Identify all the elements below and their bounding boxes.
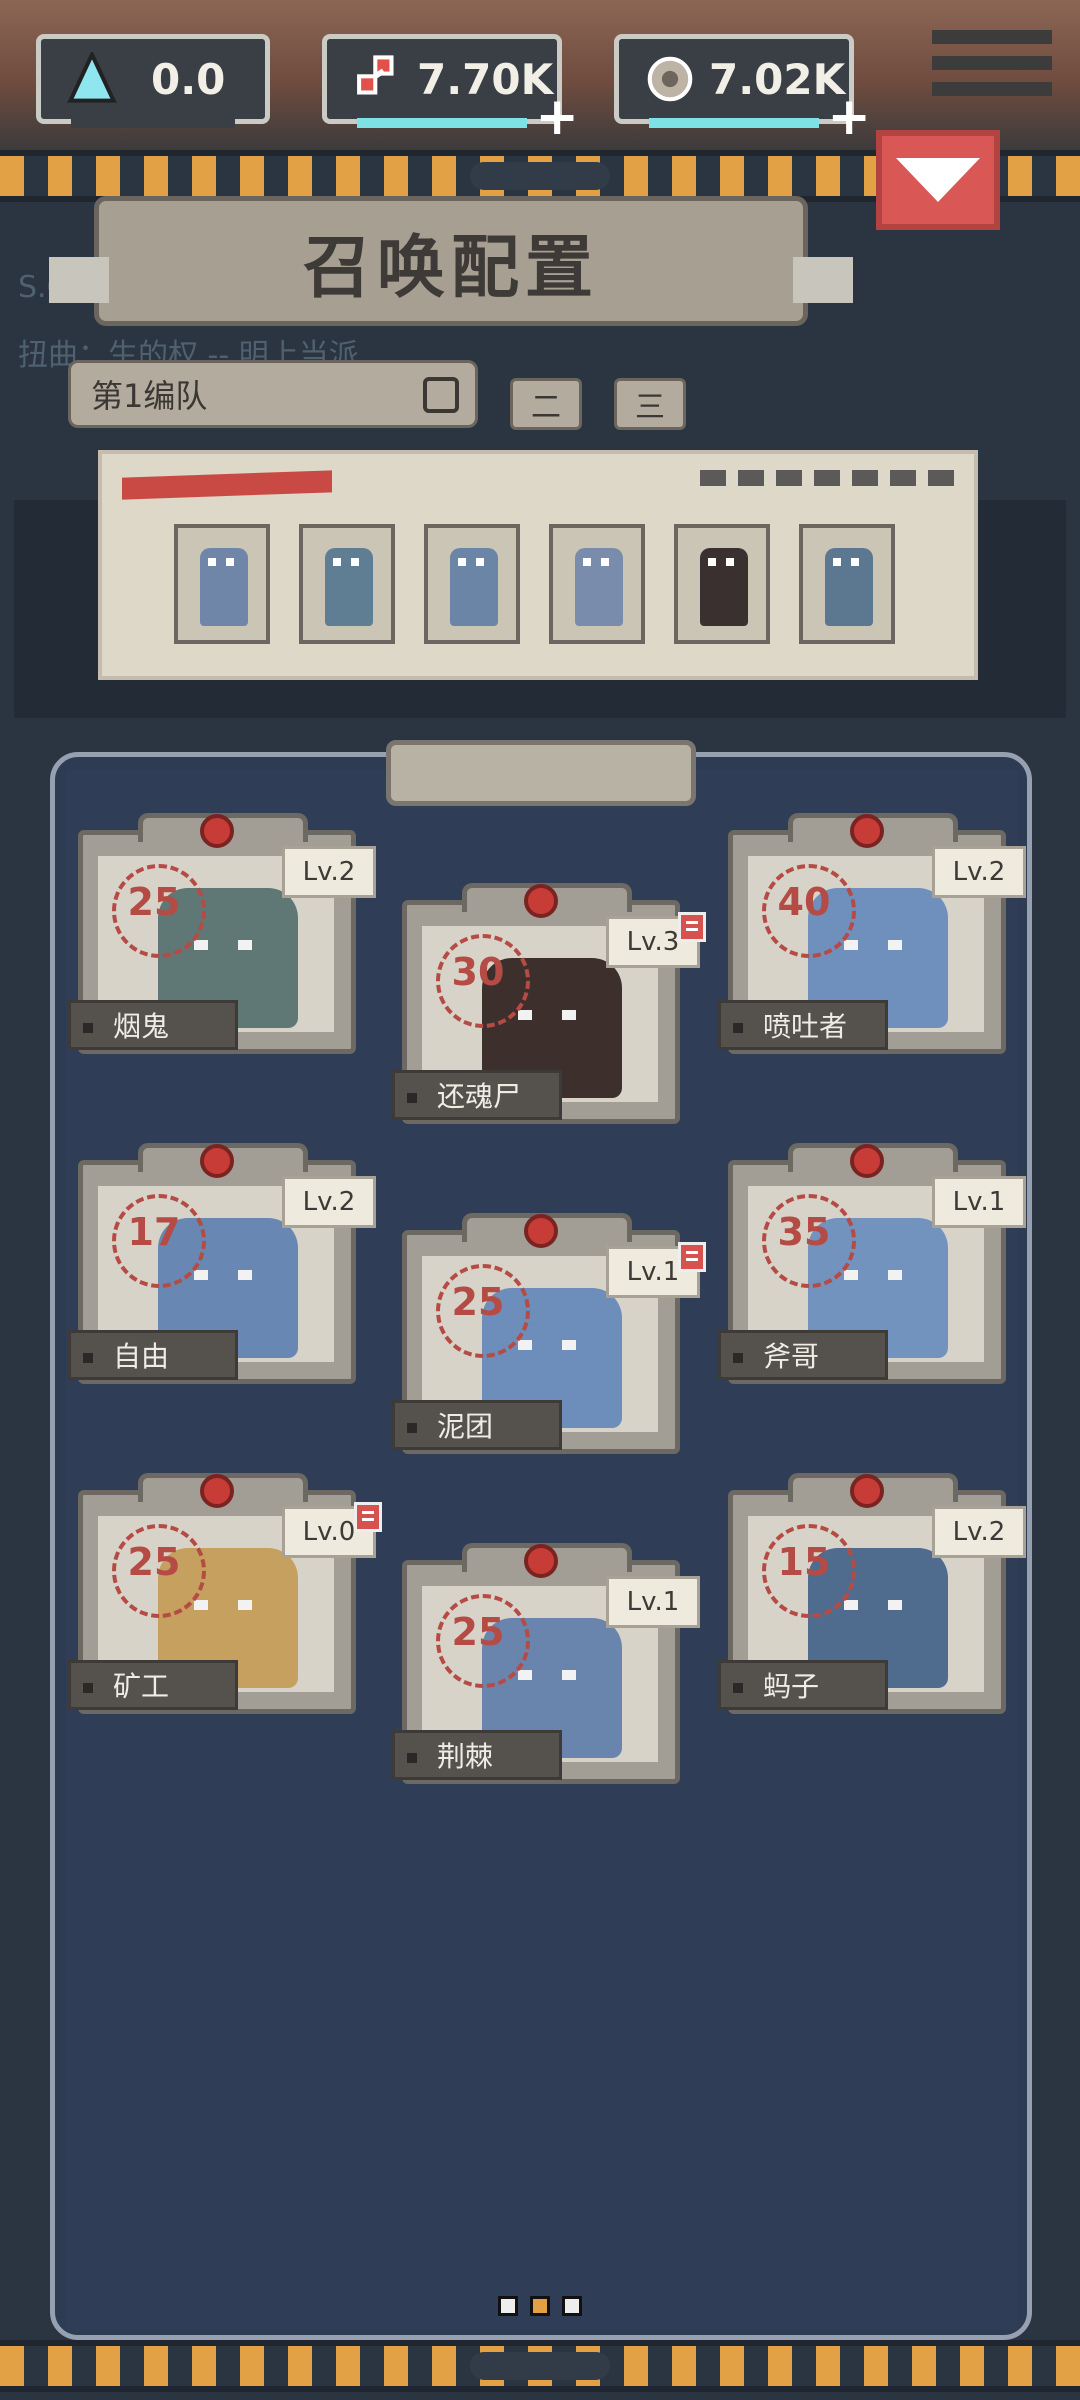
page-dot[interactable]	[498, 2296, 518, 2316]
unit-name: 蚂子	[718, 1660, 888, 1710]
page-dot[interactable]	[562, 2296, 582, 2316]
crystal-counter[interactable]: 0.0	[36, 34, 270, 128]
pin-icon	[850, 1474, 884, 1508]
hamburger-menu-button[interactable]	[912, 0, 1072, 138]
unit-cost: 25	[127, 880, 181, 924]
pin-icon	[524, 1214, 558, 1248]
upgrade-alert-icon[interactable]	[354, 1502, 382, 1532]
menu-line-icon	[932, 30, 1052, 44]
pin-icon	[200, 1144, 234, 1178]
bone-counter[interactable]: 7.70K +	[322, 34, 579, 147]
unit-name: 烟鬼	[68, 1000, 238, 1050]
coin-counter[interactable]: 7.02K +	[614, 34, 871, 147]
upgrade-alert-icon[interactable]	[678, 912, 706, 942]
unit-cost: 40	[777, 880, 831, 924]
hazard-stripe-bottom	[0, 2340, 1080, 2392]
team-name-field[interactable]: 第1编队	[68, 360, 478, 428]
page-title: 召唤配置	[302, 228, 599, 308]
pin-icon	[200, 814, 234, 848]
unit-name: 自由	[68, 1330, 238, 1380]
slot-indicator	[700, 470, 954, 486]
unit-cost: 25	[127, 1540, 181, 1584]
unit-cost: 35	[777, 1210, 831, 1254]
unit-sprite	[325, 548, 373, 626]
board-clip	[386, 740, 696, 806]
unit-name: 还魂尸	[392, 1070, 562, 1120]
unit-sprite	[575, 548, 623, 626]
pin-icon	[200, 1474, 234, 1508]
team-name-label: 第1编队	[91, 377, 208, 415]
bone-resource-icon	[357, 55, 394, 95]
unit-name: 斧哥	[718, 1330, 888, 1380]
unit-card[interactable]: 15 Lv.2 蚂子	[718, 1468, 1026, 1714]
unit-name: 喷吐者	[718, 1000, 888, 1050]
unit-card[interactable]: 25 Lv.2 烟鬼	[68, 808, 376, 1054]
unit-card[interactable]: 25 Lv.1 荆棘	[392, 1538, 700, 1784]
formation-slot-4[interactable]	[549, 524, 645, 644]
formation-slot-5[interactable]	[674, 524, 770, 644]
unit-level: Lv.2	[282, 1176, 376, 1228]
unit-cost: 30	[451, 950, 505, 994]
pin-icon	[850, 814, 884, 848]
page-dot-active[interactable]	[530, 2296, 550, 2316]
crystal-icon	[67, 52, 117, 103]
unit-card[interactable]: 25 Lv.1 泥团	[392, 1208, 706, 1454]
unit-sprite	[825, 548, 873, 626]
formation-slot-3[interactable]	[424, 524, 520, 644]
unit-card[interactable]: 25 Lv.0 矿工	[68, 1468, 382, 1714]
drawer-handle[interactable]	[470, 162, 610, 190]
unit-name: 荆棘	[392, 1730, 562, 1780]
unit-card[interactable]: 30 Lv.3 还魂尸	[392, 878, 706, 1124]
coin-resource-icon	[647, 56, 693, 102]
bone-value: 7.70K	[417, 54, 554, 104]
coin-value: 7.02K	[709, 54, 846, 104]
unit-cost: 17	[127, 1210, 181, 1254]
unit-cost: 25	[451, 1280, 505, 1324]
add-bones-icon[interactable]: +	[535, 87, 579, 147]
team-tab-3[interactable]: 三	[614, 378, 686, 430]
resource-bar: 0.0 7.70K + 7.02K +	[0, 0, 1080, 150]
menu-line-icon	[932, 82, 1052, 96]
unit-cost: 25	[451, 1610, 505, 1654]
unit-level: Lv.2	[282, 846, 376, 898]
pin-icon	[524, 1544, 558, 1578]
unit-card[interactable]: 17 Lv.2 自由	[68, 1138, 376, 1384]
collapse-panel-button[interactable]	[876, 130, 1000, 230]
paint-mark	[122, 470, 332, 500]
unit-card[interactable]: 40 Lv.2 喷吐者	[718, 808, 1026, 1054]
unit-sprite	[700, 548, 748, 626]
pin-icon	[850, 1144, 884, 1178]
team-tab-2[interactable]: 二	[510, 378, 582, 430]
triangle-down-icon	[896, 158, 980, 202]
unit-level: Lv.2	[932, 846, 1026, 898]
unit-sprite	[200, 548, 248, 626]
unit-sprite	[450, 548, 498, 626]
page-title-plate: 召唤配置	[49, 196, 853, 326]
upgrade-alert-icon[interactable]	[678, 1242, 706, 1272]
edit-icon[interactable]	[423, 377, 459, 413]
unit-level: Lv.1	[606, 1576, 700, 1628]
pin-icon	[524, 884, 558, 918]
drawer-handle[interactable]	[470, 2352, 610, 2380]
unit-name: 泥团	[392, 1400, 562, 1450]
formation-panel	[98, 450, 978, 680]
unit-cost: 15	[777, 1540, 831, 1584]
page-indicator	[498, 2296, 582, 2316]
formation-slot-1[interactable]	[174, 524, 270, 644]
add-coins-icon[interactable]: +	[827, 87, 871, 147]
crystal-value: 0.0	[151, 54, 226, 104]
unit-level: Lv.1	[932, 1176, 1026, 1228]
formation-slot-2[interactable]	[299, 524, 395, 644]
unit-level: Lv.2	[932, 1506, 1026, 1558]
unit-card[interactable]: 35 Lv.1 斧哥	[718, 1138, 1026, 1384]
unit-name: 矿工	[68, 1660, 238, 1710]
menu-line-icon	[932, 56, 1052, 70]
formation-slot-6[interactable]	[799, 524, 895, 644]
